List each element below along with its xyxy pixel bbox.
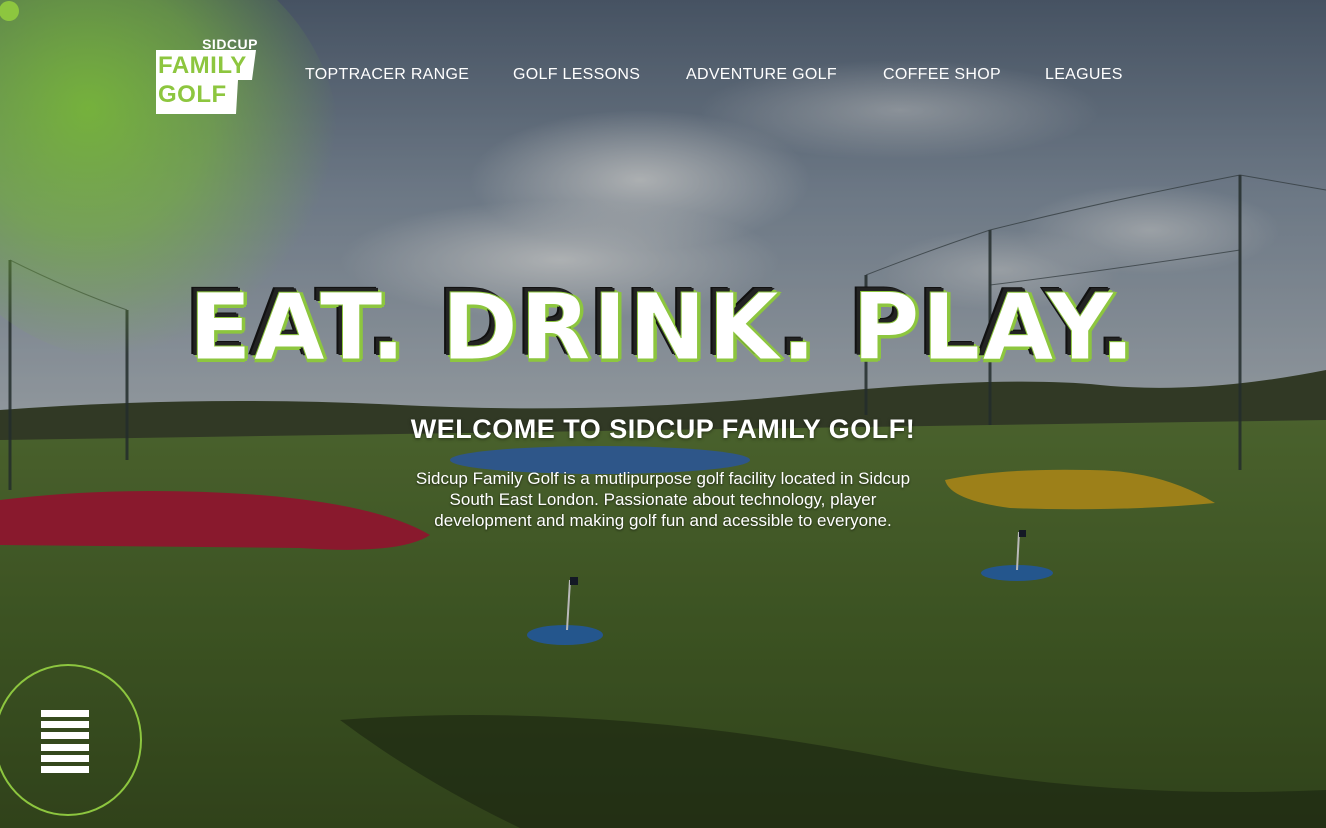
logo-line-family: FAMILY [158, 52, 247, 79]
corner-dot-decoration [0, 1, 19, 21]
intro-description: Sidcup Family Golf is a mutlipurpose gol… [415, 469, 911, 530]
hero-headline-wrap: EAT. DRINK. PLAY. [0, 274, 1326, 381]
nav-item-toptracer-range[interactable]: TOPTRACER RANGE [305, 66, 469, 84]
nav-item-adventure-golf[interactable]: ADVENTURE GOLF [686, 66, 837, 84]
logo-line-golf: GOLF [158, 81, 227, 108]
hero-headline: EAT. DRINK. PLAY. [188, 274, 1138, 381]
nav-item-golf-lessons[interactable]: GOLF LESSONS [513, 66, 640, 84]
site-logo[interactable]: SIDCUP FAMILY GOLF [156, 36, 260, 114]
page: SIDCUP FAMILY GOLF TOPTRACER RANGE GOLF … [0, 0, 1326, 828]
nav-item-coffee-shop[interactable]: COFFEE SHOP [883, 66, 1001, 84]
welcome-heading: WELCOME TO SIDCUP FAMILY GOLF! [410, 414, 916, 444]
nav-item-leagues[interactable]: LEAGUES [1045, 66, 1123, 84]
hamburger-menu-icon[interactable] [41, 710, 89, 773]
